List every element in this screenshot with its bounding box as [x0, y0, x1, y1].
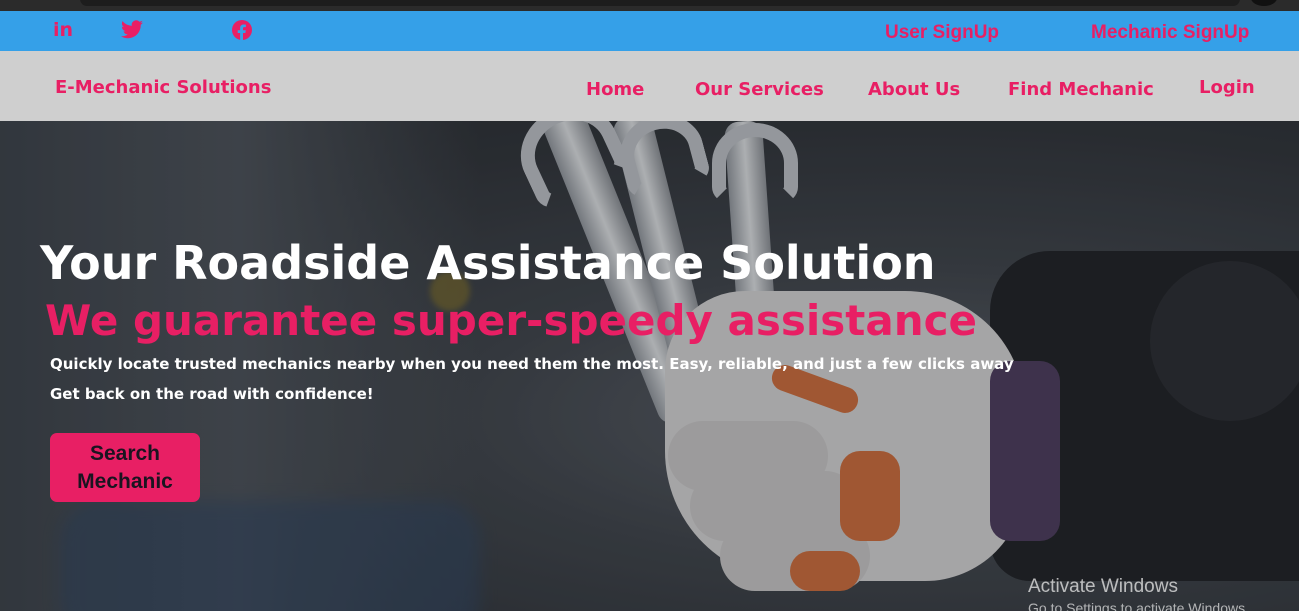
browser-address-bar[interactable] — [80, 0, 1240, 6]
browser-chrome-strip — [0, 0, 1299, 11]
hero-section: Your Roadside Assistance Solution We gua… — [0, 121, 1299, 611]
activate-windows-subtitle: Go to Settings to activate Windows. — [1028, 600, 1249, 611]
hero-subtitle: We guarantee super-speedy assistance — [45, 296, 977, 345]
linkedin-icon[interactable]: in — [53, 19, 73, 41]
hero-description-line-2: Get back on the road with confidence! — [50, 385, 374, 403]
search-mechanic-button-label: Search Mechanic — [77, 440, 173, 496]
nav-find-mechanic[interactable]: Find Mechanic — [1008, 79, 1154, 100]
facebook-icon[interactable] — [232, 20, 252, 45]
nav-login[interactable]: Login — [1199, 77, 1255, 98]
top-bar: in User SignUp Mechanic SignUp — [0, 11, 1299, 51]
search-button-line-2: Mechanic — [77, 469, 173, 493]
nav-our-services[interactable]: Our Services — [695, 79, 824, 100]
main-navbar: E-Mechanic Solutions Home Our Services A… — [0, 51, 1299, 121]
hero-description-line-1: Quickly locate trusted mechanics nearby … — [50, 355, 1014, 373]
nav-home[interactable]: Home — [586, 79, 644, 100]
browser-profile-avatar[interactable] — [1251, 0, 1277, 6]
hero-title: Your Roadside Assistance Solution — [40, 236, 936, 290]
user-signup-link[interactable]: User SignUp — [885, 22, 999, 44]
twitter-icon[interactable] — [121, 20, 143, 44]
activate-windows-title: Activate Windows — [1028, 576, 1178, 597]
search-mechanic-button[interactable]: Search Mechanic — [50, 433, 200, 502]
mechanic-signup-link[interactable]: Mechanic SignUp — [1091, 22, 1249, 44]
nav-about-us[interactable]: About Us — [868, 79, 960, 100]
search-button-line-1: Search — [89, 441, 161, 465]
brand-logo-text[interactable]: E-Mechanic Solutions — [55, 77, 271, 98]
